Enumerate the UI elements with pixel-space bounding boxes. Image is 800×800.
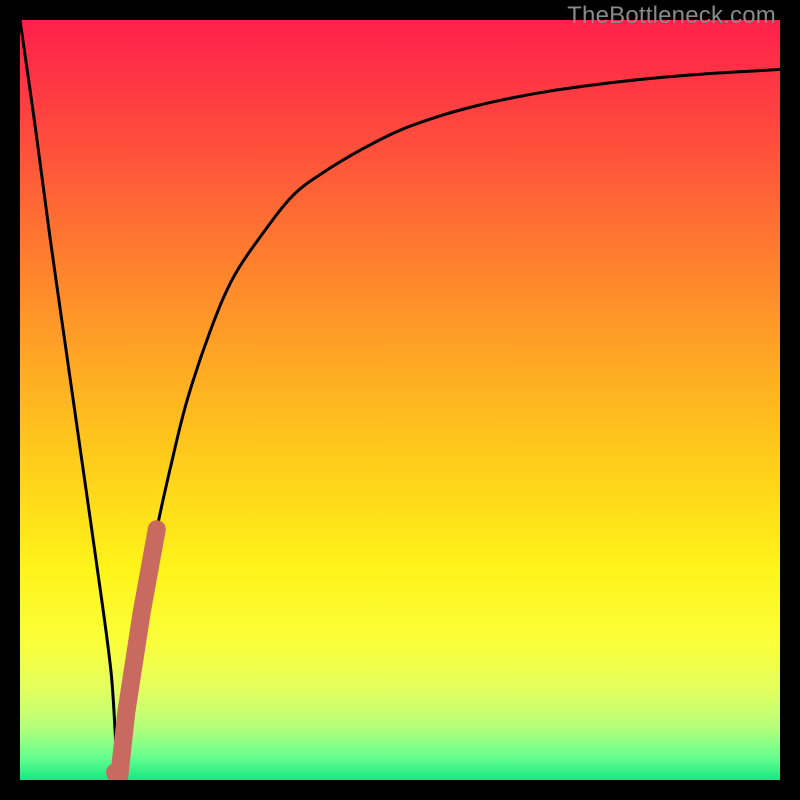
- chart-lines: [20, 20, 780, 780]
- plot-area: [20, 20, 780, 780]
- chart-frame: TheBottleneck.com: [0, 0, 800, 800]
- watermark-text: TheBottleneck.com: [567, 2, 776, 30]
- highlight-segment: [115, 529, 157, 780]
